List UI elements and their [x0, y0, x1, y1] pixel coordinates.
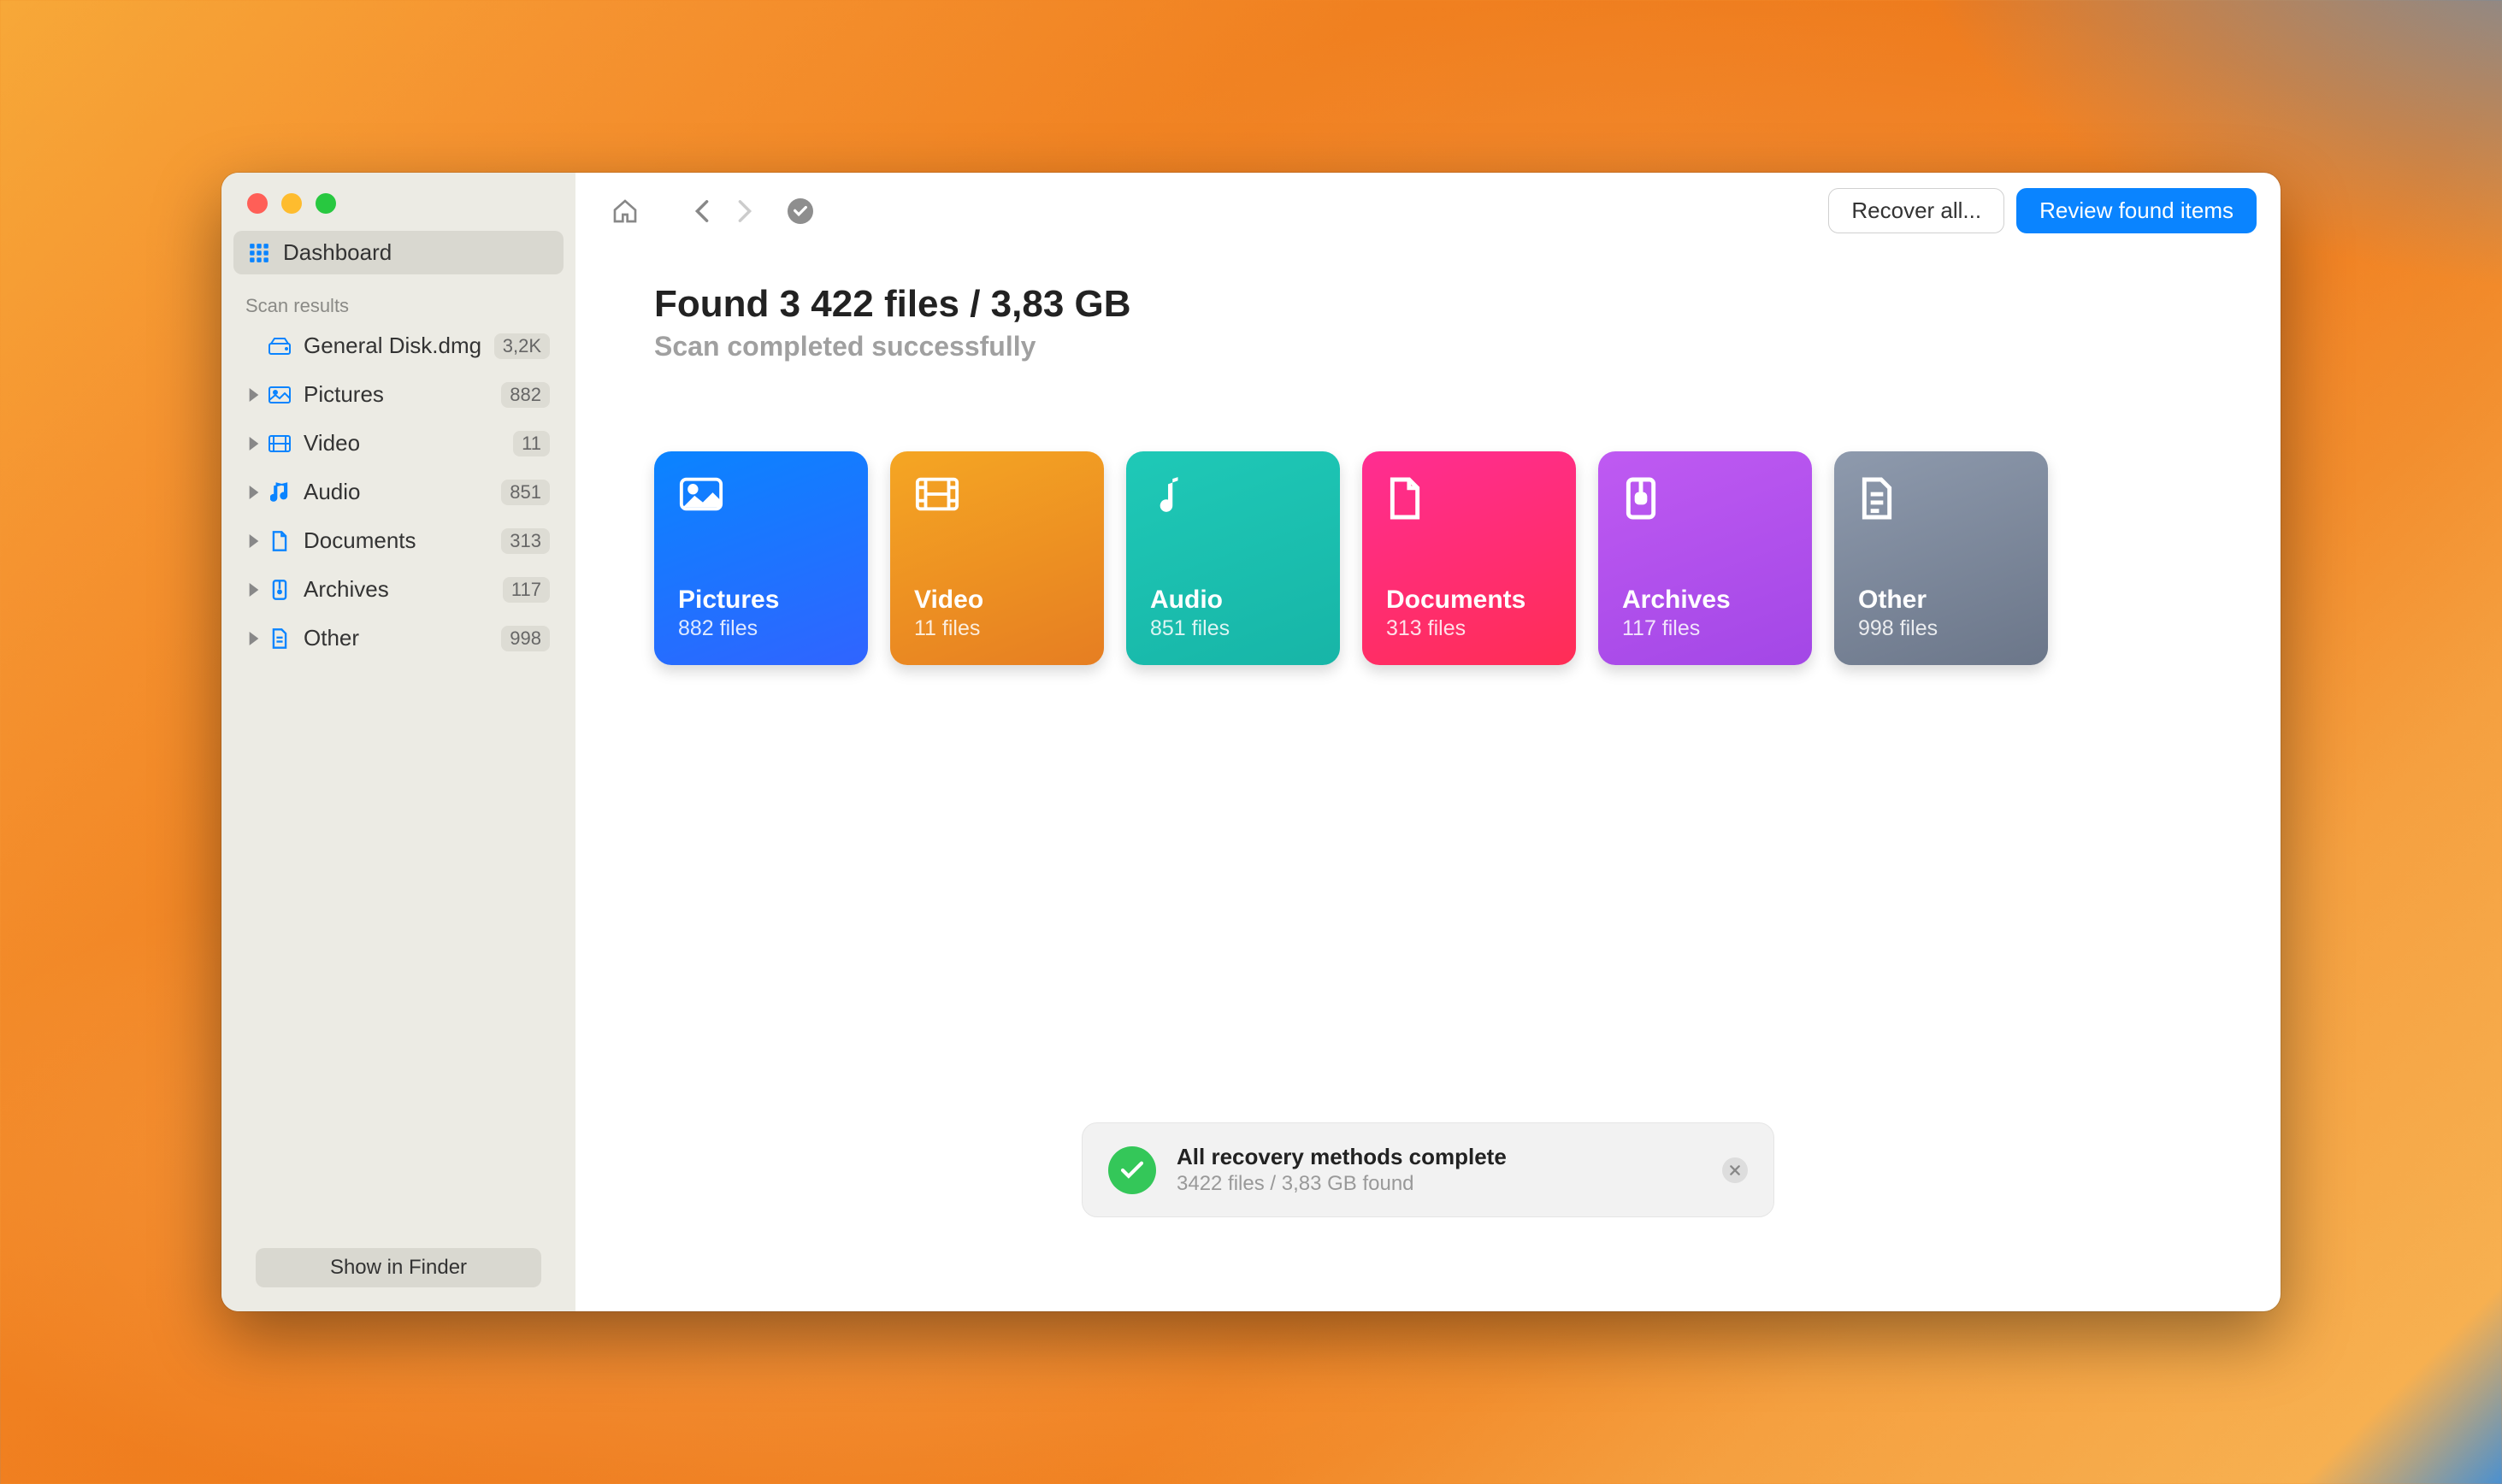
sidebar-section-label: Scan results	[221, 274, 575, 324]
count-badge: 117	[503, 577, 550, 603]
image-icon	[268, 385, 292, 405]
disclosure-icon[interactable]	[247, 534, 261, 548]
sidebar-item-audio[interactable]: Audio 851	[233, 470, 564, 514]
category-card-pictures[interactable]: Pictures882 files	[654, 451, 868, 665]
sidebar-item-dashboard[interactable]: Dashboard	[233, 231, 564, 274]
card-subtitle: 882 files	[678, 616, 844, 641]
sidebar-item-label: General Disk.dmg	[304, 333, 482, 359]
sidebar-list: General Disk.dmg 3,2K Pictures 882	[221, 324, 575, 660]
toast-title: All recovery methods complete	[1177, 1144, 1702, 1170]
count-badge: 851	[501, 480, 550, 505]
sidebar-item-documents[interactable]: Documents 313	[233, 519, 564, 562]
music-icon	[268, 482, 292, 503]
forward-button[interactable]	[729, 196, 760, 227]
main-panel: Recover all... Review found items Found …	[575, 173, 2281, 1311]
disclosure-icon[interactable]	[247, 486, 261, 499]
card-subtitle: 313 files	[1386, 616, 1552, 641]
document-icon	[268, 531, 292, 551]
sidebar-item-label: Dashboard	[283, 239, 550, 266]
category-cards: Pictures882 filesVideo11 filesAudio851 f…	[654, 451, 2202, 665]
success-check-icon	[1108, 1146, 1156, 1194]
disclosure-icon[interactable]	[247, 388, 261, 402]
archive-icon	[1622, 475, 1668, 521]
category-card-video[interactable]: Video11 files	[890, 451, 1104, 665]
page-title: Found 3 422 files / 3,83 GB	[654, 283, 2202, 326]
disclosure-icon[interactable]	[247, 632, 261, 645]
count-badge: 998	[501, 626, 550, 651]
count-badge: 3,2K	[494, 333, 550, 359]
maximize-window-button[interactable]	[316, 193, 336, 214]
minimize-window-button[interactable]	[281, 193, 302, 214]
sidebar-item-other[interactable]: Other 998	[233, 616, 564, 660]
toast-close-button[interactable]	[1722, 1157, 1748, 1183]
card-title: Other	[1858, 586, 2024, 615]
sidebar-item-label: Audio	[304, 479, 489, 505]
content-area: Found 3 422 files / 3,83 GB Scan complet…	[575, 249, 2281, 665]
video-icon	[268, 433, 292, 454]
card-subtitle: 117 files	[1622, 616, 1788, 641]
sidebar-item-label: Archives	[304, 576, 491, 603]
count-badge: 313	[501, 528, 550, 554]
sidebar: Dashboard Scan results General Disk.dmg …	[221, 173, 575, 1311]
sidebar-item-label: Video	[304, 430, 501, 456]
sidebar-item-video[interactable]: Video 11	[233, 421, 564, 465]
sidebar-item-label: Other	[304, 625, 489, 651]
image-icon	[678, 475, 724, 521]
category-card-other[interactable]: Other998 files	[1834, 451, 2048, 665]
card-title: Pictures	[678, 586, 844, 615]
card-title: Archives	[1622, 586, 1788, 615]
dashboard-icon	[247, 243, 271, 263]
card-title: Audio	[1150, 586, 1316, 615]
card-title: Video	[914, 586, 1080, 615]
card-subtitle: 851 files	[1150, 616, 1316, 641]
other-icon	[1858, 475, 1904, 521]
toast-body: All recovery methods complete 3422 files…	[1177, 1144, 1702, 1196]
home-button[interactable]	[610, 196, 640, 227]
file-icon	[268, 628, 292, 649]
app-window: Dashboard Scan results General Disk.dmg …	[221, 173, 2281, 1311]
category-card-archives[interactable]: Archives117 files	[1598, 451, 1812, 665]
page-subtitle: Scan completed successfully	[654, 331, 2202, 362]
document-icon	[1386, 475, 1432, 521]
sidebar-footer: Show in Finder	[221, 1248, 575, 1311]
archive-icon	[268, 580, 292, 600]
disclosure-icon[interactable]	[247, 437, 261, 450]
count-badge: 882	[501, 382, 550, 408]
count-badge: 11	[513, 431, 550, 456]
status-toast: All recovery methods complete 3422 files…	[1082, 1122, 1774, 1217]
audio-icon	[1150, 475, 1196, 521]
review-found-items-button[interactable]: Review found items	[2016, 188, 2257, 233]
sidebar-item-label: Documents	[304, 527, 489, 554]
toast-subtitle: 3422 files / 3,83 GB found	[1177, 1172, 1702, 1196]
sidebar-item-disk[interactable]: General Disk.dmg 3,2K	[233, 324, 564, 368]
video-icon	[914, 475, 960, 521]
sidebar-item-label: Pictures	[304, 381, 489, 408]
card-title: Documents	[1386, 586, 1552, 615]
recover-all-button[interactable]: Recover all...	[1828, 188, 2004, 233]
back-button[interactable]	[687, 196, 717, 227]
disclosure-icon[interactable]	[247, 583, 261, 597]
toolbar: Recover all... Review found items	[575, 173, 2281, 249]
category-card-documents[interactable]: Documents313 files	[1362, 451, 1576, 665]
show-in-finder-button[interactable]: Show in Finder	[256, 1248, 541, 1287]
sidebar-item-archives[interactable]: Archives 117	[233, 568, 564, 611]
sidebar-item-pictures[interactable]: Pictures 882	[233, 373, 564, 416]
disk-icon	[268, 336, 292, 356]
category-card-audio[interactable]: Audio851 files	[1126, 451, 1340, 665]
card-subtitle: 998 files	[1858, 616, 2024, 641]
scan-complete-badge-icon	[788, 198, 813, 224]
window-controls	[221, 173, 575, 231]
card-subtitle: 11 files	[914, 616, 1080, 641]
close-window-button[interactable]	[247, 193, 268, 214]
